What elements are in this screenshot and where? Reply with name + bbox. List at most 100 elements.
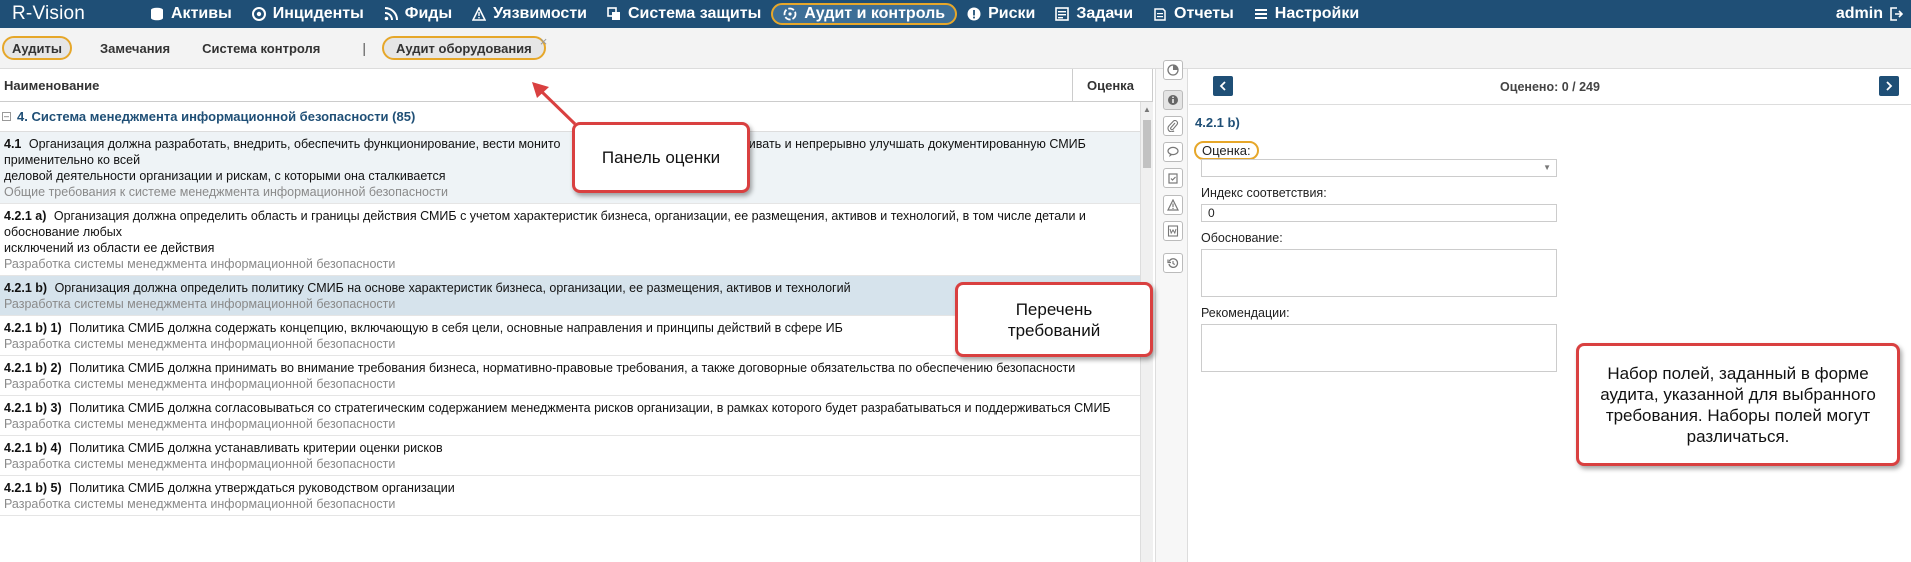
- username: admin: [1835, 5, 1883, 22]
- group-title: 4. Система менеджмента информационной бе…: [17, 109, 416, 124]
- database-icon: [151, 7, 163, 21]
- item-code: 4.2.1 b) 4): [4, 441, 62, 455]
- callout-evaluation-panel: Панель оценки: [572, 122, 750, 193]
- nav-settings[interactable]: Настройки: [1244, 0, 1369, 28]
- item-description: Разработка системы менеджмента информаци…: [4, 377, 396, 391]
- justification-label: Обоснование:: [1201, 231, 1283, 245]
- app-logo[interactable]: R-Vision: [0, 3, 140, 25]
- item-text: Политика СМИБ должна содержать концепцию…: [69, 321, 843, 335]
- nav-incidents-label: Инциденты: [272, 5, 364, 22]
- item-text: Организация должна определить политику С…: [54, 281, 851, 295]
- checklist-icon-button[interactable]: [1163, 168, 1183, 188]
- previous-button[interactable]: [1213, 76, 1233, 96]
- main-nav: Активы Инциденты Фиды Уязвимости Система…: [140, 0, 1369, 28]
- nav-protection-system[interactable]: Система защиты: [597, 0, 771, 28]
- evaluation-header: Оценено: 0 / 249: [1189, 69, 1911, 105]
- tasks-icon: [1055, 7, 1070, 21]
- info-icon-button[interactable]: [1163, 90, 1183, 110]
- callout-requirements-list: Перечень требований: [955, 282, 1153, 357]
- chevron-right-icon: [1886, 81, 1893, 91]
- warning-icon-button[interactable]: [1163, 195, 1183, 215]
- item-description: Разработка системы менеджмента информаци…: [4, 497, 396, 511]
- score-label-wrap: Оценка:: [1189, 141, 1259, 160]
- nav-audit-control-label: Аудит и контроль: [804, 5, 946, 22]
- item-code: 4.2.1 b) 5): [4, 481, 62, 495]
- next-button[interactable]: [1879, 76, 1899, 96]
- tab-control-system[interactable]: Система контроля: [190, 36, 332, 60]
- tab-equipment-audit[interactable]: Аудит оборудования: [381, 36, 546, 60]
- item-text: Организация должна разработать, внедрить…: [28, 137, 561, 151]
- nav-assets-label: Активы: [171, 5, 232, 22]
- info-icon: [1168, 95, 1178, 105]
- requirements-group[interactable]: – 4. Система менеджмента информационной …: [0, 102, 1140, 132]
- close-tab-icon[interactable]: ×: [540, 34, 548, 49]
- nav-tasks[interactable]: Задачи: [1045, 0, 1143, 28]
- list-item[interactable]: 4.1 Организация должна разработать, внед…: [0, 132, 1140, 204]
- attachment-icon-button[interactable]: [1163, 116, 1183, 136]
- evaluation-panel: Оценено: 0 / 249 4.2.1 b) Оценка: ▼ Инде…: [1189, 69, 1911, 562]
- layers-icon: [607, 7, 620, 20]
- comments-icon-button[interactable]: [1163, 142, 1183, 162]
- item-text: Политика СМИБ должна устанавливать крите…: [69, 441, 443, 455]
- nav-reports[interactable]: Отчеты: [1143, 0, 1244, 28]
- alert-triangle-icon: [1167, 199, 1179, 211]
- audit-icon: [783, 7, 797, 21]
- item-code: 4.2.1 b) 3): [4, 401, 62, 415]
- nav-tasks-label: Задачи: [1076, 5, 1134, 22]
- scrollbar-thumb[interactable]: [1143, 120, 1151, 168]
- item-description: Разработка системы менеджмента информаци…: [4, 257, 396, 271]
- sub-tabs-bar: Аудиты Замечания Система контроля | Ауди…: [0, 28, 1911, 69]
- nav-risks[interactable]: Риски: [957, 0, 1045, 28]
- column-name-header[interactable]: Наименование: [0, 78, 1072, 93]
- item-code: 4.2.1 b): [4, 281, 48, 295]
- tab-audits[interactable]: Аудиты: [2, 36, 73, 60]
- history-icon-button[interactable]: [1163, 253, 1183, 273]
- target-icon: [251, 7, 266, 21]
- chevron-down-icon: ▼: [1543, 163, 1551, 172]
- item-code: 4.1: [4, 137, 22, 151]
- item-text-continued: деловой деятельности организации и риска…: [4, 169, 446, 183]
- nav-incidents[interactable]: Инциденты: [242, 0, 374, 28]
- tab-remarks[interactable]: Замечания: [88, 36, 182, 60]
- collapse-icon[interactable]: –: [2, 112, 11, 121]
- list-item[interactable]: 4.2.1 a) Организация должна определить о…: [0, 204, 1140, 276]
- scroll-up-icon[interactable]: ▲: [1143, 105, 1151, 114]
- recommendations-label: Рекомендации:: [1201, 306, 1290, 320]
- item-text-continued: исключений из области ее действия: [4, 241, 215, 255]
- item-description: Разработка системы менеджмента информаци…: [4, 457, 396, 471]
- justification-textarea[interactable]: [1201, 249, 1557, 297]
- item-code: 4.2.1 a): [4, 209, 47, 223]
- top-navigation-bar: R-Vision Активы Инциденты Фиды Уязвимост…: [0, 0, 1911, 28]
- recommendations-textarea[interactable]: [1201, 324, 1557, 372]
- nav-feeds-label: Фиды: [404, 5, 453, 22]
- nav-assets[interactable]: Активы: [140, 0, 242, 28]
- callout-field-set: Набор полей, заданный в форме аудита, ук…: [1576, 343, 1900, 466]
- item-code: 4.2.1 b) 1): [4, 321, 62, 335]
- item-text: Политика СМИБ должна согласовываться со …: [69, 401, 1111, 415]
- warning-icon: [472, 7, 487, 21]
- score-select[interactable]: ▼: [1201, 159, 1557, 177]
- nav-vulnerabilities[interactable]: Уязвимости: [462, 0, 597, 28]
- nav-audit-control[interactable]: Аудит и контроль: [771, 3, 958, 25]
- word-export-icon-button[interactable]: [1163, 221, 1183, 241]
- compliance-index-input[interactable]: 0: [1201, 204, 1557, 222]
- nav-risks-label: Риски: [988, 5, 1036, 22]
- comment-icon: [1167, 146, 1179, 157]
- logout-icon[interactable]: [1889, 7, 1903, 21]
- column-score-header[interactable]: Оценка: [1072, 68, 1152, 102]
- rss-icon: [384, 7, 398, 21]
- nav-vulnerabilities-label: Уязвимости: [493, 5, 587, 22]
- user-menu[interactable]: admin: [1836, 0, 1903, 28]
- pie-chart-icon: [1167, 64, 1179, 76]
- chart-icon-button[interactable]: [1163, 60, 1183, 80]
- list-item[interactable]: 4.2.1 b) 3) Политика СМИБ должна согласо…: [0, 396, 1140, 436]
- list-item[interactable]: 4.2.1 b) 5) Политика СМИБ должна утвержд…: [0, 476, 1140, 516]
- requirement-id: 4.2.1 b): [1195, 115, 1240, 130]
- nav-feeds[interactable]: Фиды: [374, 0, 462, 28]
- list-item[interactable]: 4.2.1 b) 4) Политика СМИБ должна устанав…: [0, 436, 1140, 476]
- item-text: Организация должна определить область и …: [4, 209, 1086, 239]
- item-text: Политика СМИБ должна принимать во вниман…: [69, 361, 1076, 375]
- list-item[interactable]: 4.2.1 b) 2) Политика СМИБ должна принима…: [0, 356, 1140, 396]
- chevron-left-icon: [1219, 81, 1226, 91]
- word-document-icon: [1167, 225, 1179, 237]
